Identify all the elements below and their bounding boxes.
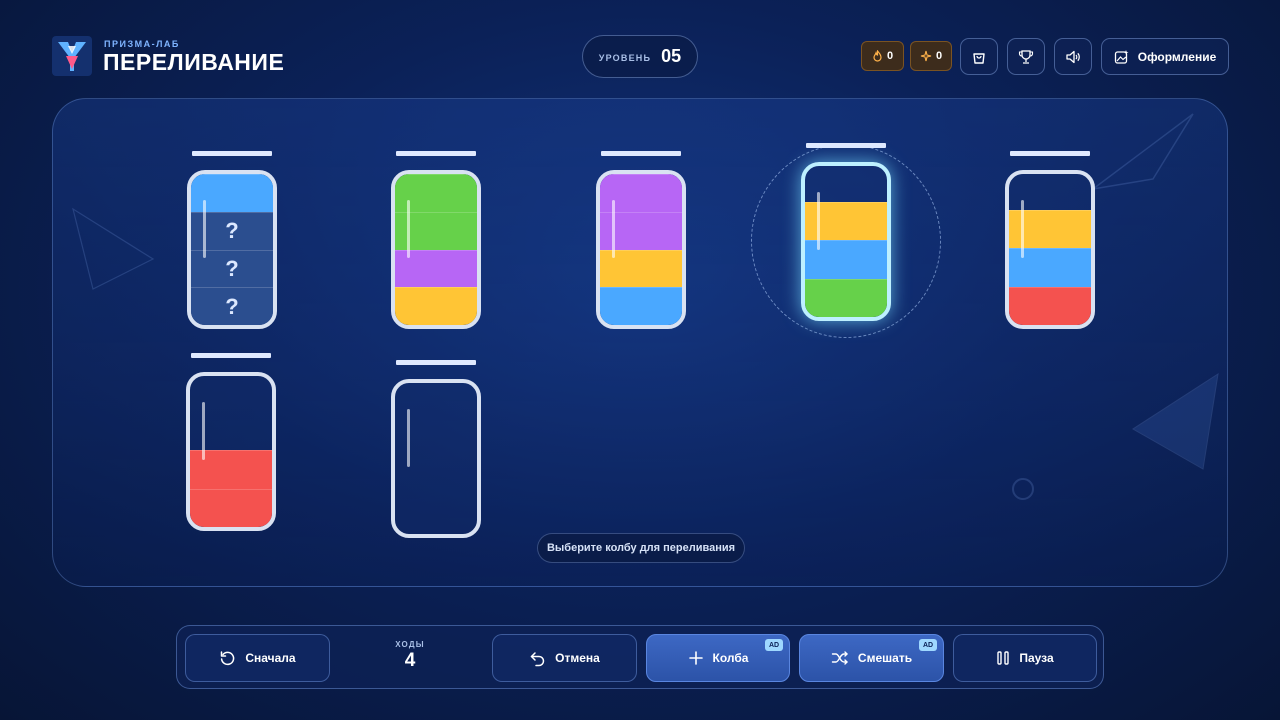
add-flask-label: Колба <box>712 651 749 665</box>
decor-bubble-icon <box>1012 478 1034 500</box>
flask-stopper <box>192 151 272 156</box>
liquid-layer-yellow <box>395 287 477 325</box>
shuffle-label: Смешать <box>857 651 913 665</box>
spark-count: 0 <box>935 50 943 62</box>
flask-stopper <box>396 360 476 365</box>
glass-shine <box>612 200 615 258</box>
flask-stopper <box>806 143 886 148</box>
flask-glass[interactable] <box>186 372 276 531</box>
flask-glass[interactable]: ??? <box>187 170 277 329</box>
shopping-bag-icon <box>973 52 985 64</box>
undo-button[interactable]: Отмена <box>492 634 637 682</box>
leaderboard-button[interactable] <box>1007 38 1045 75</box>
glass-shine <box>203 200 206 258</box>
brand-subtitle: ПРИЗМА-ЛАБ <box>104 39 180 49</box>
add-flask-button[interactable]: Колба AD <box>646 634 790 682</box>
shuffle-button[interactable]: Смешать AD <box>799 634 944 682</box>
liquid-layer-blue <box>600 287 682 325</box>
fire-icon <box>873 50 882 62</box>
pause-label: Пауза <box>1019 651 1054 665</box>
fire-counter: 0 <box>861 41 904 71</box>
restart-label: Сначала <box>245 651 296 665</box>
bottom-toolbar: Сначала ХОДЫ 4 Отмена Колба AD Смешать A… <box>176 625 1104 689</box>
glass-shine <box>202 402 205 460</box>
decor-shard-icon <box>1092 113 1194 190</box>
ad-badge: AD <box>919 639 937 651</box>
spark-counter: 0 <box>910 41 952 71</box>
glass-shine <box>407 200 410 258</box>
fire-count: 0 <box>886 50 894 62</box>
pause-button[interactable]: Пауза <box>953 634 1097 682</box>
flask-glass[interactable] <box>596 170 686 329</box>
flask-glass[interactable] <box>801 162 891 321</box>
flask-stopper <box>1010 151 1090 156</box>
moves-label: ХОДЫ <box>395 640 425 649</box>
shuffle-icon <box>831 651 848 665</box>
pause-icon <box>997 651 1010 665</box>
image-edit-icon <box>1114 49 1129 64</box>
undo-label: Отмена <box>555 651 600 665</box>
level-number: 05 <box>661 46 682 66</box>
undo-icon <box>530 651 545 666</box>
game-title: ПЕРЕЛИВАНИЕ <box>103 49 285 75</box>
glass-shine <box>407 409 410 467</box>
decor-shard-icon <box>1132 372 1219 470</box>
sound-button[interactable] <box>1054 38 1092 75</box>
plus-icon <box>688 651 703 665</box>
decor-shard-icon <box>72 207 155 290</box>
restart-icon <box>221 650 235 665</box>
theme-label: Оформление <box>1137 49 1217 64</box>
liquid-layer-red <box>190 488 272 527</box>
level-label: УРОВЕНЬ <box>598 52 652 63</box>
moves-counter: ХОДЫ 4 <box>370 640 450 672</box>
trophy-icon <box>1018 49 1034 64</box>
flask-stopper <box>601 151 681 156</box>
moves-value: 4 <box>404 650 416 671</box>
liquid-layer-red <box>1009 286 1091 325</box>
flask-stopper <box>191 353 271 358</box>
game-board: ??? Выберите колбу для переливания <box>52 98 1228 587</box>
hidden-layer: ? <box>191 287 273 325</box>
sparkle-icon <box>920 50 932 62</box>
flask-glass[interactable] <box>391 170 481 329</box>
logo-icon <box>52 36 92 76</box>
level-indicator: УРОВЕНЬ 05 <box>582 35 698 78</box>
shop-button[interactable] <box>960 38 998 75</box>
restart-button[interactable]: Сначала <box>185 634 330 682</box>
liquid-layer-green <box>805 278 887 317</box>
ad-badge: AD <box>765 639 783 651</box>
hint-message: Выберите колбу для переливания <box>537 533 745 563</box>
speaker-icon <box>1066 50 1080 63</box>
glass-shine <box>1021 200 1024 258</box>
flask-glass[interactable] <box>391 379 481 538</box>
flask-glass[interactable] <box>1005 170 1095 329</box>
theme-button[interactable]: Оформление <box>1101 38 1229 75</box>
glass-shine <box>817 192 820 250</box>
flask-stopper <box>396 151 476 156</box>
